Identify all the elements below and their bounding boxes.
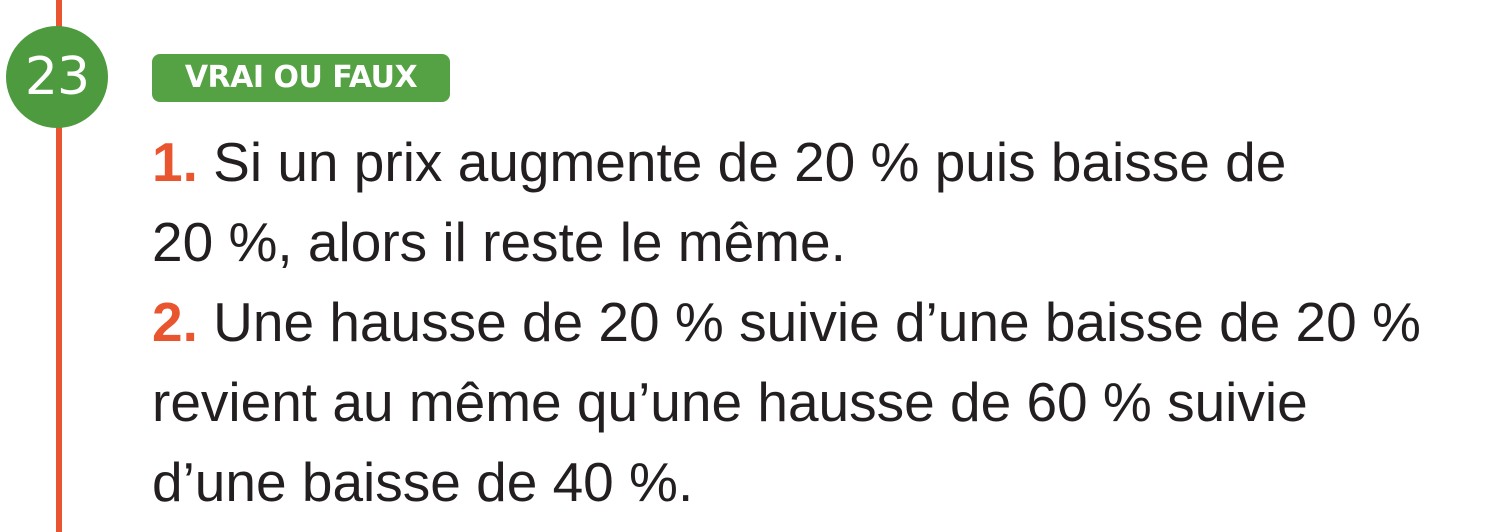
item-2-text-line-1: Une hausse de 20 % suivie d’une baisse d… [197, 291, 1421, 353]
exercise-content: 1. Si un prix augmente de 20 % puis bais… [152, 122, 1502, 522]
item-1-number: 1. [152, 131, 198, 193]
item-2-text-line-2: revient au même qu’une hausse de 60 % su… [152, 371, 1308, 433]
item-1-text-line-2: 20 %, alors il reste le même. [152, 211, 846, 273]
item-2-number: 2. [152, 291, 198, 353]
item-1-text-line-1: Si un prix augmente de 20 % puis baisse … [197, 131, 1287, 193]
item-1-line-1: 1. Si un prix augmente de 20 % puis bais… [152, 122, 1502, 202]
item-1-line-2: 20 %, alors il reste le même. [152, 202, 1502, 282]
item-2-text-line-3: d’une baisse de 40 %. [152, 451, 694, 513]
item-2-line-3: d’une baisse de 40 %. [152, 442, 1502, 522]
exercise-number-badge: 23 [6, 26, 108, 128]
item-2-line-2: revient au même qu’une hausse de 60 % su… [152, 362, 1502, 442]
exercise-type-badge: VRAI OU FAUX [152, 54, 450, 102]
item-2-line-1: 2. Une hausse de 20 % suivie d’une baiss… [152, 282, 1502, 362]
